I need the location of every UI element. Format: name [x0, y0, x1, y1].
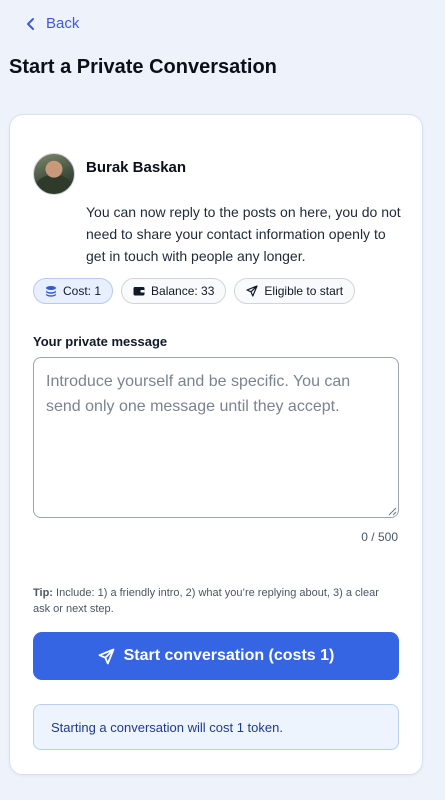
coins-icon: [46, 286, 56, 297]
character-counter: 0 / 500: [361, 530, 398, 544]
cost-notice: Starting a conversation will cost 1 toke…: [33, 704, 399, 750]
wallet-icon: [133, 287, 145, 296]
balance-label: Balance: 33: [151, 284, 215, 298]
message-input[interactable]: [33, 357, 399, 518]
message-label: Your private message: [33, 334, 168, 349]
resize-handle-icon[interactable]: [388, 507, 397, 516]
cost-notice-text: Starting a conversation will cost 1 toke…: [51, 719, 283, 735]
send-icon: [98, 648, 115, 664]
recipient-name: Burak Baskan: [86, 159, 187, 176]
tip-text: Tip: Include: 1) a friendly intro, 2) wh…: [33, 585, 399, 617]
status-chips: Cost: 1 Balance: 33 Eligible to start: [33, 278, 356, 304]
send-icon: [246, 285, 259, 297]
start-conversation-label: Start conversation (costs 1): [123, 647, 335, 664]
chevron-left-icon: [27, 17, 34, 30]
back-label: Back: [46, 15, 80, 32]
tip-prefix: Tip:: [33, 587, 53, 599]
cost-chip: Cost: 1: [33, 278, 114, 304]
eligible-label: Eligible to start: [264, 284, 344, 298]
conversation-card: Burak Baskan You can now reply to the po…: [9, 114, 423, 775]
start-conversation-button[interactable]: Start conversation (costs 1): [33, 632, 399, 680]
recipient-description: You can now reply to the posts on here, …: [86, 204, 401, 264]
back-link[interactable]: Back: [26, 15, 79, 32]
balance-chip: Balance: 33: [121, 278, 227, 304]
avatar: [33, 153, 75, 195]
eligible-chip: Eligible to start: [234, 278, 356, 304]
cost-label: Cost: 1: [63, 284, 102, 298]
tip-body: Include: 1) a friendly intro, 2) what yo…: [33, 587, 379, 615]
page-title: Start a Private Conversation: [9, 56, 277, 78]
